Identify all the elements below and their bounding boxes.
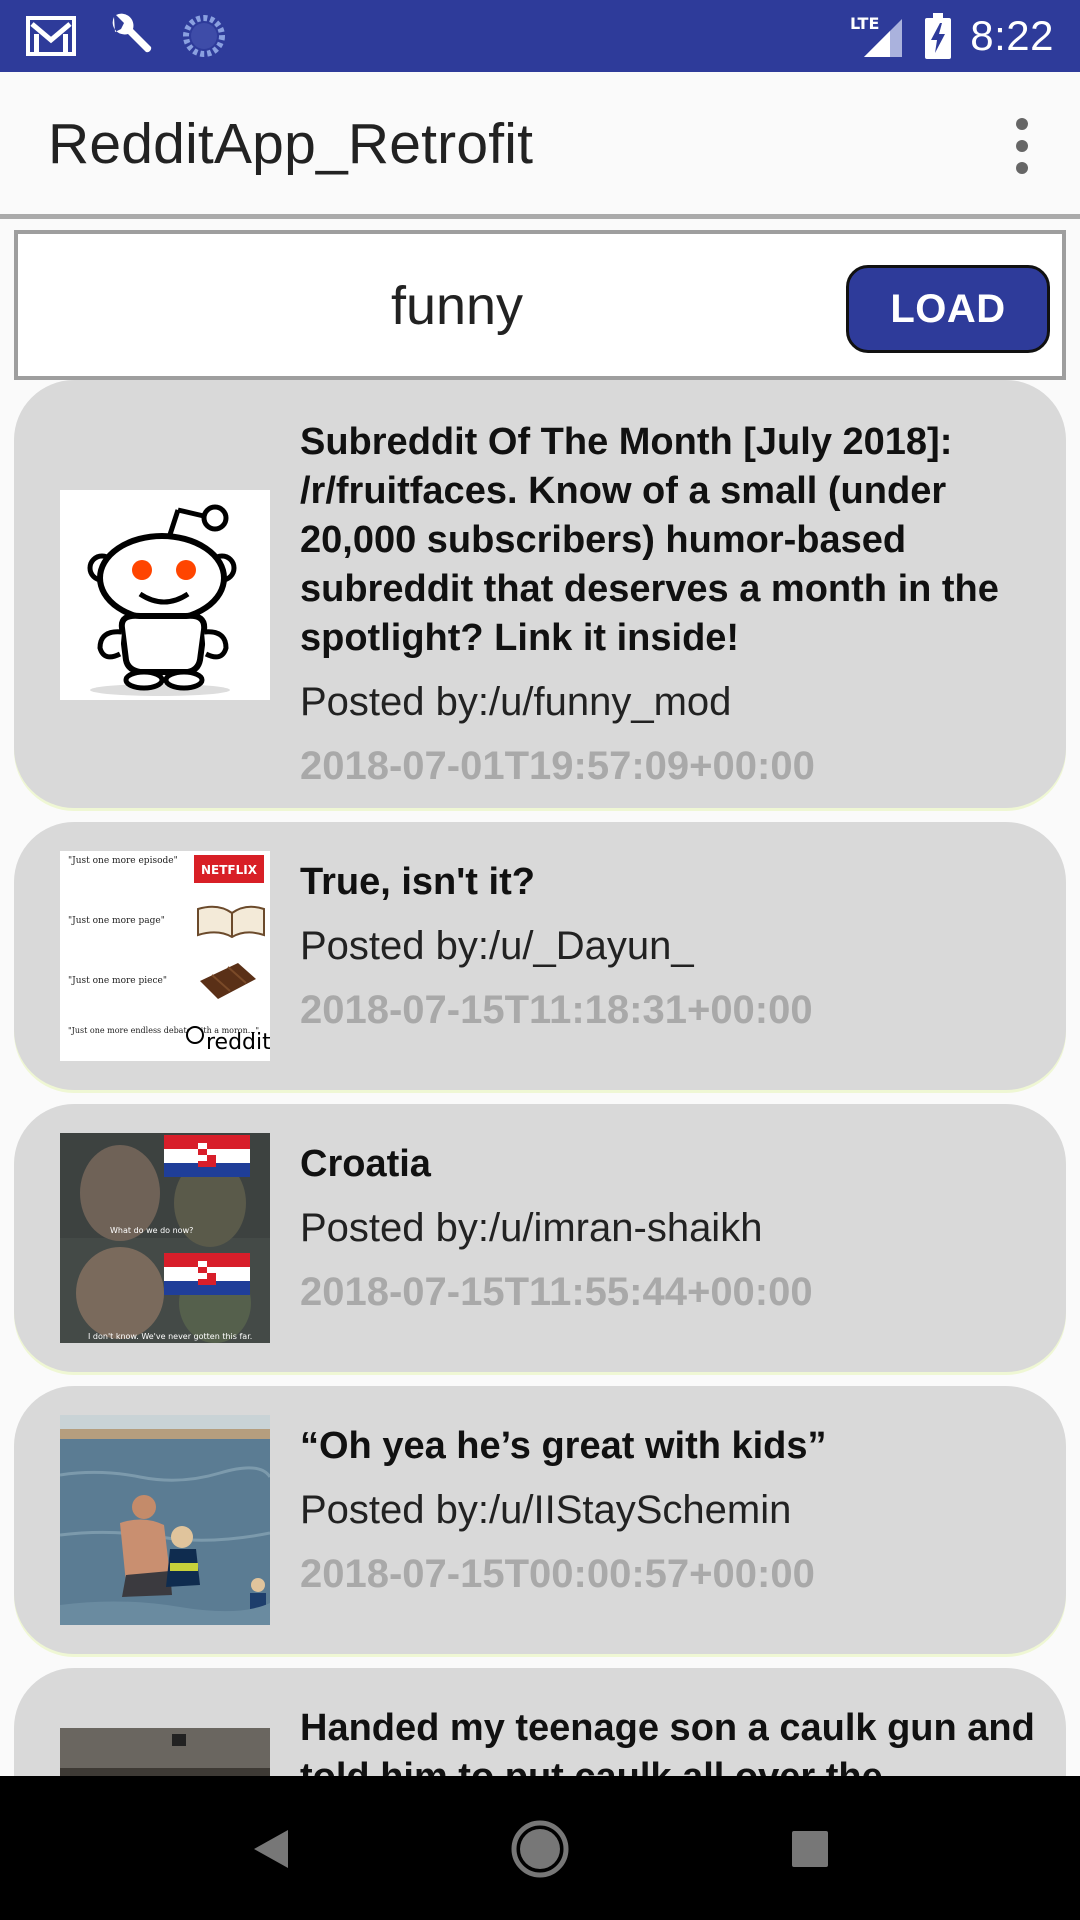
thumb-text-1: "Just one more episode" [68, 856, 178, 866]
battery-charging-icon [925, 13, 952, 59]
gmail-icon [26, 16, 76, 56]
beach-kids-thumbnail [60, 1415, 270, 1625]
post-date: 2018-07-15T11:18:31+00:00 [300, 988, 813, 1032]
more-vert-icon[interactable] [1000, 118, 1044, 174]
back-icon[interactable] [236, 1814, 306, 1884]
post-title: Subreddit Of The Month [July 2018]: /r/f… [300, 421, 999, 659]
thumb-text-3: "Just one more piece" [68, 976, 167, 986]
signal-icon: LTE [850, 14, 903, 57]
posts-list[interactable]: Subreddit Of The Month [July 2018]: /r/f… [14, 380, 1066, 1776]
caulk-thumbnail [60, 1728, 270, 1776]
thumb-text-2: "Just one more page" [68, 916, 165, 926]
croatia-meme-thumbnail: What do we do now? I don't know. We've n… [60, 1133, 270, 1343]
post-text: “Oh yea he’s great with kids” Posted by:… [300, 1422, 1036, 1599]
thumb-caption-2: I don't know. We've never gotten this fa… [88, 1332, 252, 1341]
post-text: Subreddit Of The Month [July 2018]: /r/f… [300, 418, 1036, 791]
post-text: Croatia Posted by:/u/imran-shaikh 2018-0… [300, 1140, 1036, 1317]
reddit-alien-thumbnail [60, 490, 270, 700]
navigation-bar [0, 1776, 1080, 1920]
thumb-caption-1: What do we do now? [110, 1226, 193, 1235]
post-title: “Oh yea he’s great with kids” [300, 1425, 827, 1467]
post-title: True, isn't it? [300, 861, 535, 903]
load-button[interactable]: LOAD [846, 265, 1050, 353]
recents-icon[interactable] [775, 1814, 845, 1884]
netflix-label: NETFLIX [201, 863, 258, 877]
post-author: Posted by:/u/IIStaySchemin [300, 1488, 792, 1532]
search-row: LOAD [14, 230, 1066, 380]
sync-icon [183, 15, 225, 57]
home-icon[interactable] [505, 1814, 575, 1884]
meme-just-one-more-thumbnail: "Just one more episode" NETFLIX "Just on… [60, 851, 270, 1061]
screen: LTE 8:22 RedditApp_Retrofit LOAD [0, 0, 1080, 1920]
network-type-label: LTE [850, 14, 879, 33]
app-title: RedditApp_Retrofit [48, 112, 534, 176]
app-bar: RedditApp_Retrofit [0, 72, 1080, 216]
list-item[interactable]: "Just one more episode" NETFLIX "Just on… [14, 822, 1066, 1090]
post-author: Posted by:/u/_Dayun_ [300, 924, 694, 968]
post-date: 2018-07-15T11:55:44+00:00 [300, 1270, 813, 1314]
list-item[interactable]: Handed my teenage son a caulk gun and to… [14, 1668, 1066, 1776]
post-text: True, isn't it? Posted by:/u/_Dayun_ 201… [300, 858, 1036, 1035]
status-bar: LTE 8:22 [0, 0, 1080, 72]
post-title: Handed my teenage son a caulk gun and to… [300, 1707, 1035, 1776]
list-item[interactable]: “Oh yea he’s great with kids” Posted by:… [14, 1386, 1066, 1654]
wrench-icon [112, 13, 152, 53]
status-right-icons: LTE 8:22 [850, 12, 1080, 60]
list-item[interactable]: What do we do now? I don't know. We've n… [14, 1104, 1066, 1372]
status-left-icons [0, 13, 226, 59]
reddit-brand-label: reddit [206, 1030, 270, 1055]
subreddit-input[interactable] [42, 248, 872, 364]
app-bar-divider [0, 214, 1080, 219]
post-title: Croatia [300, 1143, 431, 1185]
status-time: 8:22 [970, 12, 1054, 59]
post-date: 2018-07-15T00:00:57+00:00 [300, 1552, 815, 1596]
post-author: Posted by:/u/funny_mod [300, 680, 732, 724]
post-text: Handed my teenage son a caulk gun and to… [300, 1704, 1036, 1776]
post-author: Posted by:/u/imran-shaikh [300, 1206, 763, 1250]
post-date: 2018-07-01T19:57:09+00:00 [300, 744, 815, 788]
list-item[interactable]: Subreddit Of The Month [July 2018]: /r/f… [14, 380, 1066, 808]
